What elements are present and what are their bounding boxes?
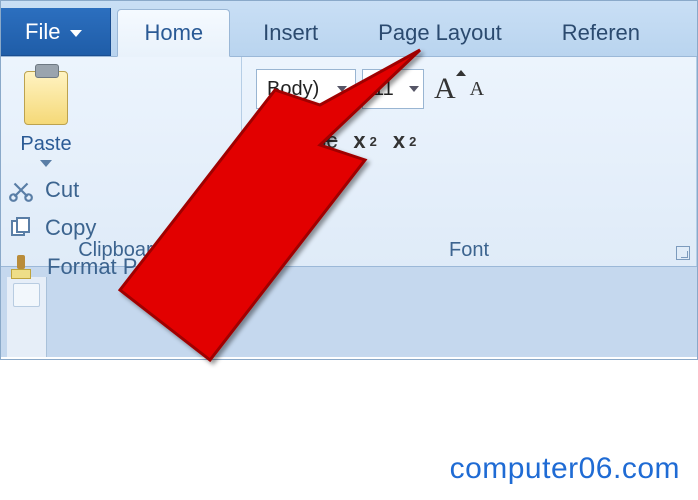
font-name-dropdown[interactable]: Body) xyxy=(256,69,356,109)
caret-up-icon xyxy=(456,68,466,78)
tab-insert-label: Insert xyxy=(263,20,318,46)
font-group-label: Font xyxy=(242,239,696,262)
copy-button[interactable]: Copy xyxy=(7,215,229,241)
strikethrough-button[interactable]: abc xyxy=(300,126,339,156)
word-window: File Home Insert Page Layout Referen Pas… xyxy=(0,0,698,360)
subscript-button[interactable]: x2 xyxy=(351,126,378,156)
tab-page-layout[interactable]: Page Layout xyxy=(351,8,529,56)
cut-label: Cut xyxy=(45,177,79,203)
chevron-down-icon xyxy=(409,86,419,92)
tab-references-label: Referen xyxy=(562,20,640,46)
font-row-1: Body) 11 A A xyxy=(256,65,684,113)
strikethrough-label: abc xyxy=(302,128,337,154)
underline-label: U xyxy=(258,128,274,154)
paste-button[interactable]: Paste xyxy=(1,57,91,167)
navigation-pane[interactable] xyxy=(7,277,47,357)
chevron-down-icon xyxy=(70,30,82,37)
watermark-text: computer06.com xyxy=(450,452,680,486)
group-font: Body) 11 A A U xyxy=(242,57,697,266)
file-tab-label: File xyxy=(25,19,60,45)
underline-button[interactable]: U xyxy=(256,126,288,156)
font-name-value: Body) xyxy=(267,78,319,101)
paste-label: Paste xyxy=(20,133,71,156)
clipboard-buttons: Cut Copy Format Painter xyxy=(1,167,241,281)
scissors-icon xyxy=(7,177,35,203)
font-row-2: U abc x2 x2 xyxy=(256,121,684,161)
copy-icon xyxy=(7,215,35,241)
clipboard-icon xyxy=(24,71,68,125)
superscript-2: 2 xyxy=(409,134,416,149)
copy-label: Copy xyxy=(45,215,96,241)
ribbon-tab-row: File Home Insert Page Layout Referen xyxy=(1,1,697,57)
tab-references[interactable]: Referen xyxy=(535,8,667,56)
grow-font-label: A xyxy=(434,72,456,105)
superscript-x: x xyxy=(393,128,405,154)
cut-button[interactable]: Cut xyxy=(7,177,229,203)
shrink-font-button[interactable]: A xyxy=(466,78,488,101)
grow-font-button[interactable]: A xyxy=(430,72,460,106)
clipboard-group-label: Clipboard xyxy=(1,239,241,262)
tab-insert[interactable]: Insert xyxy=(236,8,345,56)
subscript-x: x xyxy=(353,128,365,154)
tab-home[interactable]: Home xyxy=(117,9,230,57)
tab-home-label: Home xyxy=(144,20,203,46)
shrink-font-label: A xyxy=(470,78,484,100)
subscript-2: 2 xyxy=(370,134,377,149)
tab-page-layout-label: Page Layout xyxy=(378,20,502,46)
group-clipboard: Paste Cut Copy xyxy=(1,57,242,266)
nav-pane-item xyxy=(13,283,40,307)
font-dialog-launcher[interactable] xyxy=(676,246,690,260)
chevron-down-icon[interactable] xyxy=(40,160,52,167)
superscript-button[interactable]: x2 xyxy=(391,126,418,156)
file-tab[interactable]: File xyxy=(1,8,111,56)
ribbon-body: Paste Cut Copy xyxy=(1,57,697,267)
chevron-down-icon[interactable] xyxy=(278,139,286,144)
chevron-down-icon xyxy=(337,86,347,92)
clipboard-dialog-launcher[interactable] xyxy=(221,246,235,260)
font-size-dropdown[interactable]: 11 xyxy=(362,69,424,109)
font-size-value: 11 xyxy=(373,78,394,101)
